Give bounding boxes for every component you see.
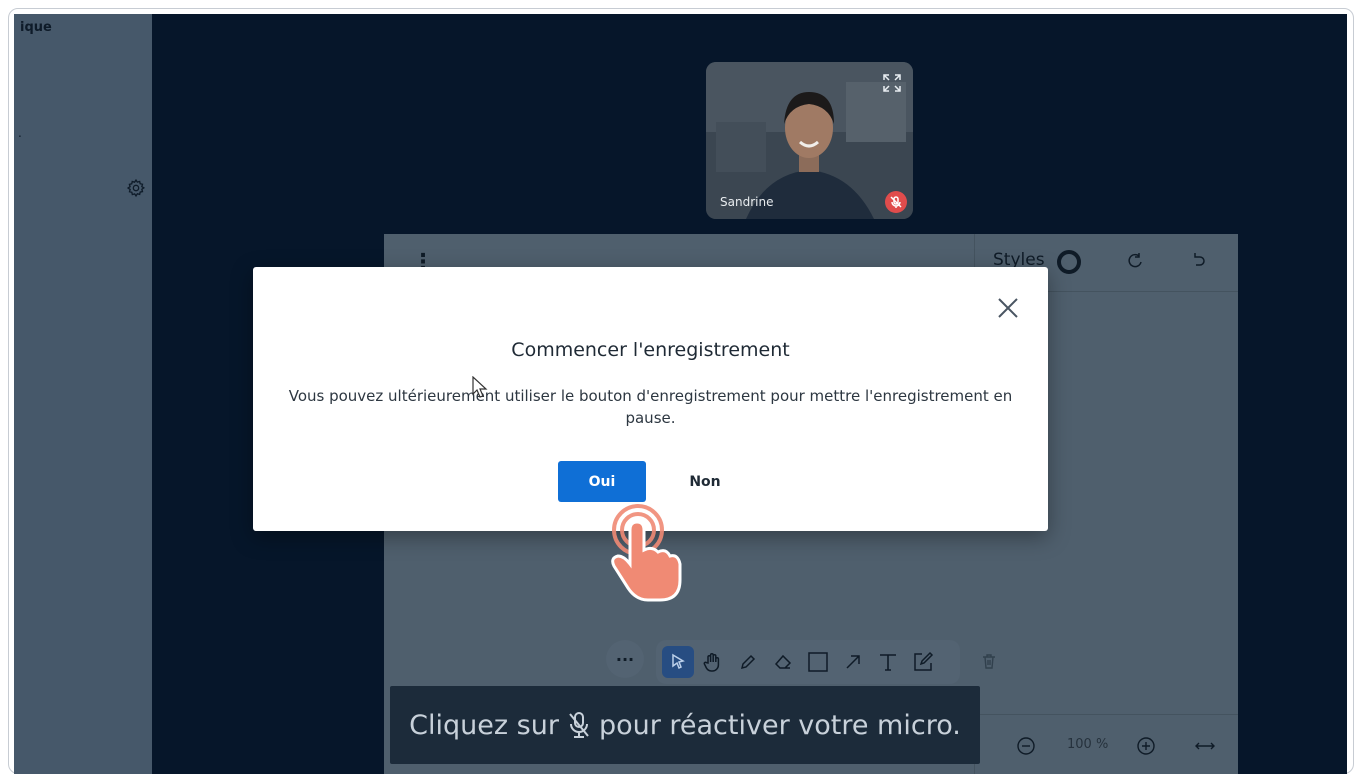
drawing-toolbar bbox=[656, 640, 960, 684]
arrow-icon[interactable] bbox=[837, 646, 869, 678]
mic-off-icon bbox=[565, 710, 593, 740]
eraser-icon[interactable] bbox=[767, 646, 799, 678]
zoom-level: 100 % bbox=[1067, 737, 1109, 752]
expand-icon[interactable] bbox=[881, 72, 903, 94]
pencil-icon[interactable] bbox=[732, 646, 764, 678]
gear-icon[interactable] bbox=[122, 174, 150, 202]
yes-button[interactable]: Oui bbox=[558, 461, 646, 502]
redo-icon[interactable] bbox=[1125, 250, 1147, 272]
select-icon[interactable] bbox=[662, 646, 694, 678]
hand-icon[interactable] bbox=[697, 646, 729, 678]
mic-off-icon bbox=[885, 191, 907, 213]
start-recording-dialog: Commencer l'enregistrement Vous pouvez u… bbox=[253, 267, 1048, 531]
mic-notice-prefix: Cliquez sur bbox=[409, 709, 559, 741]
sidebar-text: . bbox=[18, 126, 22, 140]
text-icon[interactable] bbox=[872, 646, 904, 678]
zoom-controls: 100 % bbox=[974, 714, 1238, 774]
participant-video[interactable]: Sandrine bbox=[706, 62, 913, 219]
mic-notice-suffix: pour réactiver votre micro. bbox=[598, 709, 961, 741]
note-icon[interactable] bbox=[907, 646, 939, 678]
mouse-cursor-icon bbox=[472, 375, 488, 398]
sidebar: ique . bbox=[14, 14, 152, 774]
fit-width-icon[interactable] bbox=[1193, 735, 1217, 757]
dialog-title: Commencer l'enregistrement bbox=[511, 339, 790, 361]
zoom-in-icon[interactable] bbox=[1135, 735, 1157, 757]
participant-name: Sandrine bbox=[720, 195, 774, 209]
dialog-message: Vous pouvez ultérieurement utiliser le b… bbox=[288, 387, 1013, 427]
mic-muted-notice: Cliquez sur pour réactiver votre micro. bbox=[390, 686, 980, 764]
sidebar-heading: ique bbox=[20, 20, 52, 35]
close-icon[interactable] bbox=[993, 293, 1023, 323]
undo-icon[interactable] bbox=[1187, 250, 1209, 272]
stroke-style-icon[interactable] bbox=[1057, 250, 1081, 274]
trash-icon[interactable] bbox=[980, 652, 1002, 674]
more-tools-button[interactable]: ··· bbox=[606, 640, 644, 678]
zoom-out-icon[interactable] bbox=[1015, 735, 1037, 757]
rectangle-icon[interactable] bbox=[802, 646, 834, 678]
no-button[interactable]: Non bbox=[661, 461, 749, 502]
